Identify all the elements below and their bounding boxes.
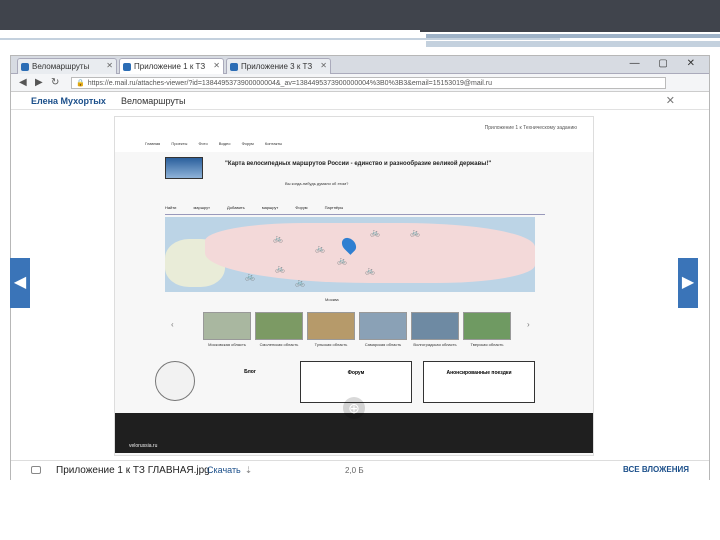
url-text: https://e.mail.ru/attaches-viewer/?id=13…: [87, 80, 492, 87]
zoom-in-icon[interactable]: ⊕: [343, 397, 365, 419]
site-question: Вы когда-нибудь думали об этом?: [285, 181, 349, 186]
mail-header: Елена Мухортых Веломаршруты ✕: [11, 92, 709, 110]
map-caption: Москва: [325, 297, 339, 302]
mail-icon: [230, 63, 238, 71]
lock-icon: 🔒: [76, 80, 85, 87]
forward-arrow-icon[interactable]: ▶: [35, 77, 43, 88]
mail-user-name[interactable]: Елена Мухортых: [31, 96, 106, 106]
url-field[interactable]: 🔒 https://e.mail.ru/attaches-viewer/?id=1…: [71, 77, 666, 89]
region-label: Смоленская область: [259, 342, 299, 347]
site-top-link: Приложение 1 к Техническому заданию: [484, 125, 577, 131]
region-thumbnails: ‹ Московская область Смоленская область …: [165, 312, 545, 352]
window-controls[interactable]: — ▢ ✕: [630, 58, 703, 69]
region-label: Волгоградская область: [413, 342, 457, 347]
region-thumb: [359, 312, 407, 340]
bike-icon: 🚲: [337, 256, 347, 265]
bike-icon: 🚲: [275, 264, 285, 273]
tab-attachment-3[interactable]: Приложение 3 к ТЗ ✕: [226, 58, 331, 74]
attachment-name: Приложение 1 к ТЗ ГЛАВНАЯ.jpg: [56, 465, 210, 476]
site-top: Приложение 1 к Техническому заданию Глав…: [115, 117, 593, 152]
blog-box: Блог: [205, 361, 295, 403]
tab-veloroutes[interactable]: Веломаршруты ✕: [17, 58, 117, 74]
mail-icon: [123, 63, 131, 71]
decor-line: [0, 38, 560, 40]
close-icon[interactable]: ✕: [320, 61, 327, 70]
seal-image: [155, 361, 195, 401]
chevron-left-icon: ‹: [171, 320, 174, 329]
region-thumb: [255, 312, 303, 340]
attachment-viewer: Приложение 1 к Техническому заданию Глав…: [114, 116, 594, 456]
tab-label: Веломаршруты: [32, 62, 90, 71]
site-nav: Найти маршрут Добавить маршрут Форум Пар…: [165, 205, 545, 215]
decor-line: [426, 41, 720, 47]
region-label: Московская область: [208, 342, 246, 347]
forum-label: Форум: [347, 370, 365, 376]
attachment-size: 2,0 Б: [345, 466, 364, 475]
chevron-right-icon: ›: [527, 320, 530, 329]
download-icon: ⇣: [244, 465, 253, 475]
all-attachments-link[interactable]: ВСЕ ВЛОЖЕНИЯ: [623, 465, 689, 474]
attachment-bar: Приложение 1 к ТЗ ГЛАВНАЯ.jpg Скачать ⇣ 2…: [11, 460, 709, 480]
region-label: Тульская область: [314, 342, 348, 347]
routes-label: Анонсированные поездки: [446, 370, 512, 376]
bike-icon: 🚲: [365, 266, 375, 275]
bike-icon: 🚲: [273, 234, 283, 243]
routes-box: Анонсированные поездки: [423, 361, 535, 403]
close-icon[interactable]: ✕: [666, 94, 675, 107]
slide: Веломаршруты ✕ Приложение 1 к ТЗ ✕ Прило…: [0, 0, 720, 540]
bike-icon: 🚲: [410, 228, 420, 237]
bike-icon: 🚲: [315, 244, 325, 253]
route-map: 🚲 🚲 🚲 🚲 🚲 🚲 🚲 🚲 🚲: [165, 217, 535, 292]
slide-top-box: [420, 0, 720, 32]
bike-icon: 🚲: [245, 272, 255, 281]
bike-icon: 🚲: [295, 278, 305, 287]
site-logo: [165, 157, 203, 179]
bike-icon: 🚲: [370, 228, 380, 237]
image-icon: [31, 466, 41, 474]
browser-window: Веломаршруты ✕ Приложение 1 к ТЗ ✕ Прило…: [10, 55, 710, 480]
tab-label: Приложение 3 к ТЗ: [241, 62, 313, 71]
site-menu: Главная Проекты Фото Видео Форум Контакт…: [145, 141, 283, 146]
close-icon[interactable]: ✕: [213, 61, 220, 70]
site-header: "Карта велосипедных маршрутов России - е…: [165, 157, 545, 189]
address-bar: ◀ ▶ ↻ 🔒 https://e.mail.ru/attaches-viewer…: [11, 74, 709, 92]
region-thumb: [463, 312, 511, 340]
previous-slide-button[interactable]: ◀: [10, 258, 30, 308]
region-label: Тверская область: [470, 342, 504, 347]
tab-attachment-1[interactable]: Приложение 1 к ТЗ ✕: [119, 58, 224, 74]
tab-label: Приложение 1 к ТЗ: [134, 62, 206, 71]
next-slide-button[interactable]: ▶: [678, 258, 698, 308]
footer-url: velorussia.ru: [129, 443, 158, 449]
region-thumb: [307, 312, 355, 340]
region-label: Самарская область: [364, 342, 402, 347]
download-label: Скачать: [207, 465, 241, 475]
mail-icon: [21, 63, 29, 71]
tab-bar: Веломаршруты ✕ Приложение 1 к ТЗ ✕ Прило…: [11, 56, 709, 74]
back-arrow-icon[interactable]: ◀: [19, 77, 27, 88]
site-footer: velorussia.ru: [115, 413, 593, 453]
region-thumb: [203, 312, 251, 340]
site-title: "Карта велосипедных маршрутов России - е…: [225, 161, 492, 167]
mail-subject: Веломаршруты: [121, 96, 186, 106]
blog-label: Блог: [244, 369, 256, 375]
download-link[interactable]: Скачать ⇣: [207, 465, 252, 476]
region-thumb: [411, 312, 459, 340]
close-icon[interactable]: ✕: [106, 61, 113, 70]
reload-icon[interactable]: ↻: [51, 77, 59, 88]
